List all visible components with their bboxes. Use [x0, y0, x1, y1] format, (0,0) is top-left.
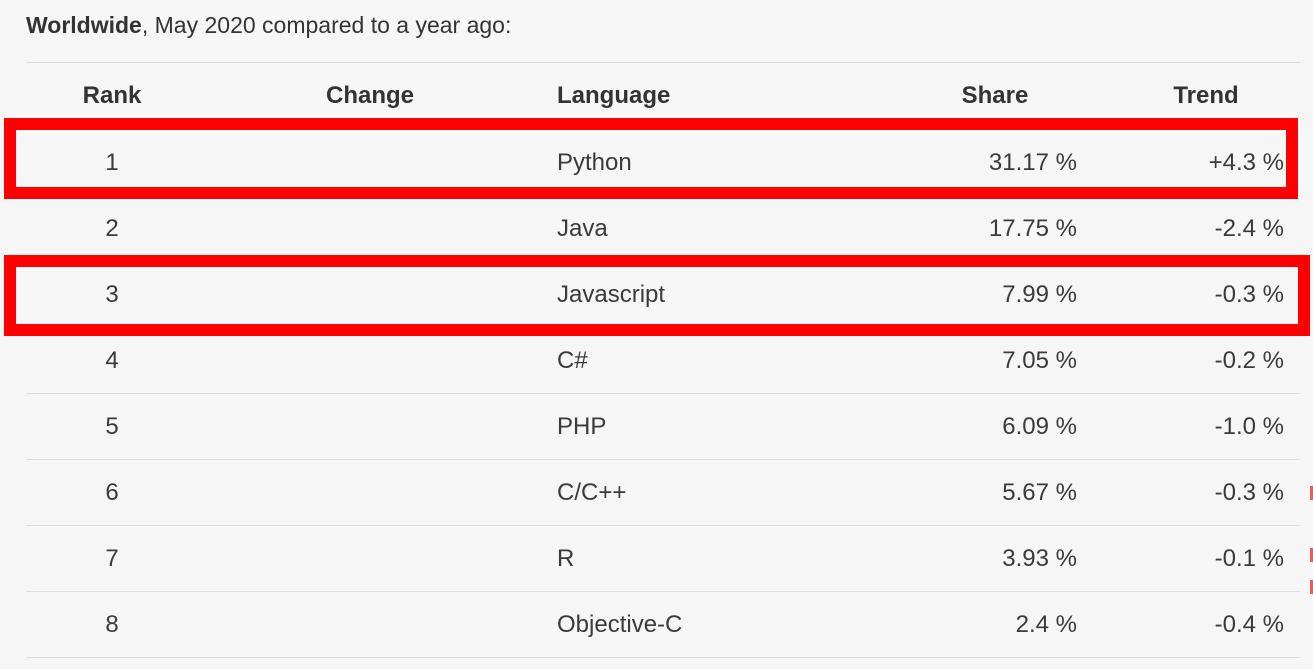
rank-cell: 2 [105, 214, 119, 242]
language-cell: Python [557, 148, 632, 176]
table-row: 2 Java 17.75 % -2.4 % [26, 196, 1300, 262]
change-cell [256, 592, 484, 657]
change-cell [256, 526, 484, 591]
trend-cell: +4.3 % [1208, 148, 1284, 176]
rank-cell: 3 [105, 280, 119, 308]
change-cell [256, 460, 484, 525]
trend-cell: -2.4 % [1214, 214, 1284, 242]
table-row: 8 Objective-C 2.4 % -0.4 % [26, 592, 1300, 658]
table-row: 3 Javascript 7.99 % -0.3 % [26, 262, 1300, 328]
change-cell [256, 394, 484, 459]
share-cell: 17.75 % [988, 214, 1077, 242]
share-cell: 3.93 % [1002, 544, 1077, 572]
column-header-trend: Trend [1173, 82, 1239, 109]
change-cell [256, 196, 484, 261]
language-cell: C# [557, 346, 588, 374]
heading-region: Worldwide [26, 12, 142, 38]
column-header-change: Change [325, 82, 414, 109]
rank-cell: 5 [105, 412, 119, 440]
table-row: 6 C/C++ 5.67 % -0.3 % [26, 460, 1300, 526]
language-cell: Objective-C [557, 610, 683, 638]
trend-cell: -0.1 % [1214, 544, 1284, 572]
column-header-share: Share [961, 82, 1029, 109]
language-cell: R [557, 544, 575, 572]
table-row: 7 R 3.93 % -0.1 % [26, 526, 1300, 592]
share-cell: 7.05 % [1002, 346, 1077, 374]
rank-cell: 1 [105, 148, 119, 176]
change-cell [256, 130, 484, 195]
language-cell: PHP [557, 412, 607, 440]
heading-description: , May 2020 compared to a year ago: [141, 12, 512, 38]
trend-cell: -0.4 % [1214, 610, 1284, 638]
column-header-language: Language [557, 82, 671, 109]
column-header-rank: Rank [82, 82, 142, 109]
trend-cell: -1.0 % [1214, 412, 1284, 440]
share-cell: 2.4 % [1015, 610, 1077, 638]
share-cell: 6.09 % [1002, 412, 1077, 440]
share-cell: 5.67 % [1002, 478, 1077, 506]
ranking-table-body: 1 Python 31.17 % +4.3 % 2 Java 17.75 % -… [26, 130, 1300, 658]
table-row: 1 Python 31.17 % +4.3 % [26, 130, 1300, 196]
trend-cell: -0.2 % [1214, 346, 1284, 374]
rank-cell: 8 [105, 610, 119, 638]
language-cell: Java [557, 214, 608, 242]
table-header-row: Rank Change Language Share Trend [26, 63, 1300, 129]
rank-cell: 7 [105, 544, 119, 572]
change-cell [256, 262, 484, 327]
page-heading: Worldwide, May 2020 compared to a year a… [26, 12, 511, 39]
table-row: 4 C# 7.05 % -0.2 % [26, 328, 1300, 394]
rank-cell: 4 [105, 346, 119, 374]
share-cell: 7.99 % [1002, 280, 1077, 308]
language-cell: C/C++ [557, 478, 627, 506]
trend-cell: -0.3 % [1214, 280, 1284, 308]
table-row: 5 PHP 6.09 % -1.0 % [26, 394, 1300, 460]
change-cell [256, 328, 484, 393]
trend-cell: -0.3 % [1214, 478, 1284, 506]
rank-cell: 6 [105, 478, 119, 506]
language-cell: Javascript [557, 280, 666, 308]
share-cell: 31.17 % [988, 148, 1077, 176]
